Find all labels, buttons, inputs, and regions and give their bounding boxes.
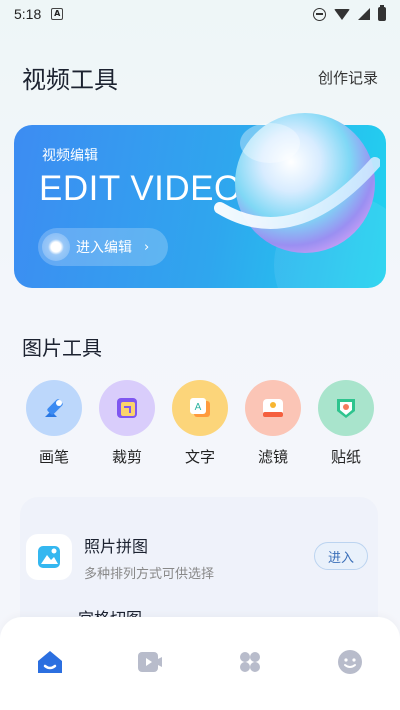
edit-video-banner[interactable]: 视频编辑 EDIT VIDEO 进入编辑 › xyxy=(14,113,386,288)
enter-edit-label: 进入编辑 xyxy=(76,240,132,256)
image-tools-heading: 图片工具 xyxy=(22,336,102,360)
list-item-description: 多种排列方式可供选择 xyxy=(84,566,215,582)
feature-list-card: 照片拼图 多种排列方式可供选择 进入 宫格切图 xyxy=(20,497,378,637)
filter-icon xyxy=(245,380,301,436)
tool-label: 文字 xyxy=(184,448,215,466)
button-glow-icon xyxy=(42,233,70,261)
planet-illustration xyxy=(214,113,380,253)
tool-sticker[interactable]: 贴纸 xyxy=(316,380,376,467)
battery-icon xyxy=(378,5,386,21)
tool-label: 滤镜 xyxy=(257,448,288,466)
tool-brush[interactable]: 画笔 xyxy=(24,380,84,467)
tool-label: 裁剪 xyxy=(111,448,142,466)
app-notification-icon: A xyxy=(51,8,64,20)
page-header: 视频工具 创作记录 xyxy=(22,60,378,95)
photo-collage-icon xyxy=(26,534,72,580)
sticker-icon xyxy=(318,380,374,436)
wifi-icon xyxy=(334,8,350,20)
list-item[interactable]: 照片拼图 多种排列方式可供选择 进入 xyxy=(26,527,372,587)
tool-label: 贴纸 xyxy=(330,448,361,466)
status-bar: 5:18 A xyxy=(0,0,400,28)
svg-text:A: A xyxy=(195,402,202,413)
crop-icon xyxy=(99,380,155,436)
brush-icon xyxy=(26,380,82,436)
tool-filter[interactable]: 滤镜 xyxy=(243,380,303,467)
list-item-title: 照片拼图 xyxy=(84,536,149,556)
video-icon xyxy=(138,651,162,672)
enter-button[interactable]: 进入 xyxy=(314,542,368,570)
tool-label: 画笔 xyxy=(38,448,69,466)
chevron-right-icon: › xyxy=(144,239,150,255)
profile-icon xyxy=(338,649,362,674)
tab-apps[interactable] xyxy=(230,642,270,682)
bottom-tab-bar xyxy=(0,617,400,710)
tool-crop[interactable]: 裁剪 xyxy=(97,380,157,467)
tab-home[interactable] xyxy=(30,642,70,682)
image-tools-grid: 画笔 裁剪 A 文字 滤镜 贴纸 xyxy=(24,380,376,467)
banner-subtitle: 视频编辑 xyxy=(42,148,98,164)
do-not-disturb-icon xyxy=(313,7,326,21)
tab-video[interactable] xyxy=(130,642,170,682)
enter-edit-button[interactable]: 进入编辑 › xyxy=(38,228,168,266)
home-icon xyxy=(38,650,62,673)
text-icon: A xyxy=(172,380,228,436)
page-title: 视频工具 xyxy=(22,66,118,94)
signal-icon xyxy=(358,8,370,20)
apps-icon xyxy=(240,651,260,672)
tab-profile[interactable] xyxy=(330,642,370,682)
creation-records-link[interactable]: 创作记录 xyxy=(318,67,378,88)
tool-text[interactable]: A 文字 xyxy=(170,380,230,467)
status-time: 5:18 xyxy=(14,6,42,22)
